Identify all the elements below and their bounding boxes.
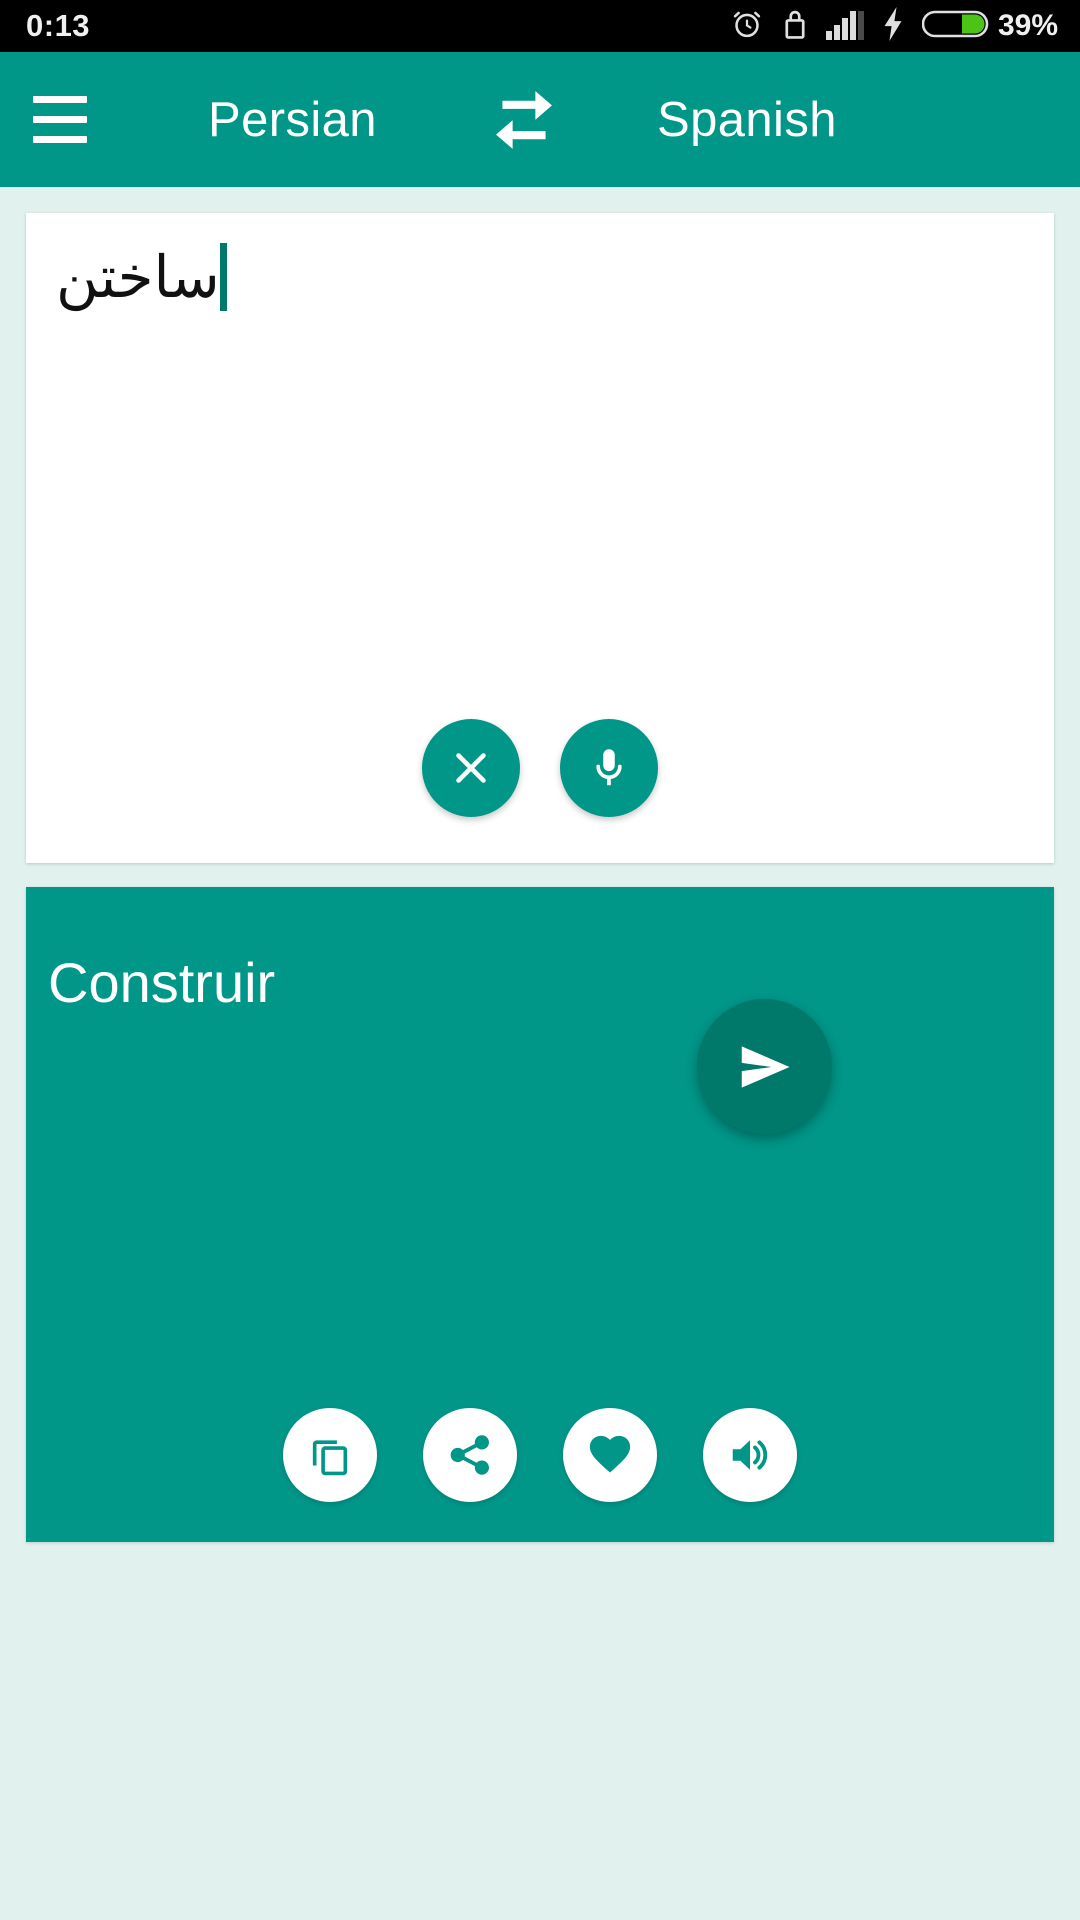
source-text-value: ساختن <box>56 245 220 310</box>
speak-button[interactable] <box>703 1408 797 1502</box>
source-action-buttons <box>26 719 1054 817</box>
source-text-input[interactable]: ساختن <box>26 213 1054 317</box>
text-caret <box>219 243 227 311</box>
send-translate-button[interactable] <box>697 999 832 1134</box>
share-button[interactable] <box>423 1408 517 1502</box>
app-bar: Persian Spanish <box>0 52 1080 187</box>
swap-languages-icon[interactable] <box>476 72 572 168</box>
alarm-icon <box>730 7 764 46</box>
signal-icon <box>825 8 864 45</box>
main-content: ساختن Construir <box>0 187 1080 1920</box>
result-action-buttons <box>26 1408 1054 1502</box>
target-language-selector[interactable]: Spanish <box>657 92 837 148</box>
menu-line-3 <box>33 136 87 143</box>
favorite-button[interactable] <box>563 1408 657 1502</box>
status-icons <box>730 6 990 46</box>
translation-result-card: Construir <box>26 887 1054 1542</box>
copy-button[interactable] <box>283 1408 377 1502</box>
charging-bolt-icon <box>881 6 905 46</box>
translation-result-text: Construir <box>48 951 276 1014</box>
status-bar: 0:13 39% <box>0 0 1080 52</box>
lock-icon <box>781 7 809 46</box>
clear-text-button[interactable] <box>422 719 520 817</box>
battery-percent: 39% <box>997 9 1058 42</box>
voice-input-button[interactable] <box>560 719 658 817</box>
menu-line-2 <box>33 116 87 123</box>
status-time: 0:13 <box>26 8 91 43</box>
source-language-selector[interactable]: Persian <box>208 92 377 148</box>
source-text-card: ساختن <box>26 213 1054 863</box>
hamburger-menu-icon[interactable] <box>0 52 120 187</box>
menu-line-1 <box>33 96 87 103</box>
battery-icon <box>921 7 990 46</box>
